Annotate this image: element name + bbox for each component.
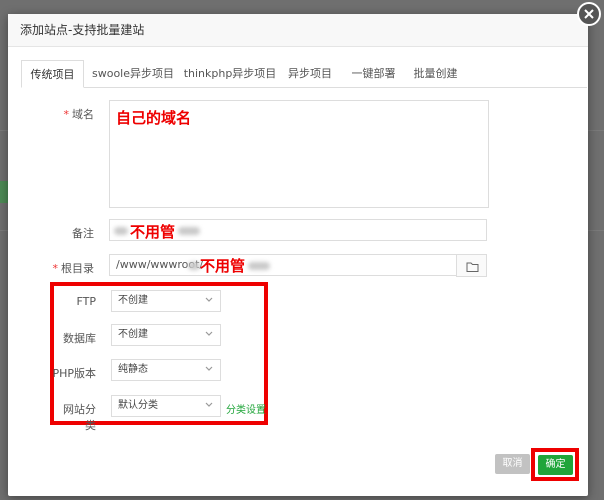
tab-swoole[interactable]: swoole异步项目 — [88, 60, 178, 87]
blurred-text — [188, 262, 200, 270]
root-dir-label: *根目录 — [38, 260, 94, 276]
chevron-down-icon — [203, 294, 215, 306]
tab-thinkphp[interactable]: thinkphp异步项目 — [180, 60, 280, 87]
close-icon — [579, 4, 599, 24]
blurred-text — [114, 227, 128, 235]
blurred-text — [178, 227, 200, 235]
chevron-down-icon — [203, 363, 215, 375]
close-button[interactable] — [577, 2, 601, 26]
background-accent — [0, 181, 8, 203]
ftp-select[interactable]: 不创建 — [111, 290, 221, 312]
cancel-button[interactable]: 取消 — [495, 454, 530, 474]
add-site-dialog: 添加站点-支持批量建站 传统项目 swoole异步项目 thinkphp异步项目… — [8, 14, 588, 496]
database-label: 数据库 — [53, 330, 96, 346]
tab-batch-create[interactable]: 批量创建 — [408, 60, 463, 87]
dialog-title: 添加站点-支持批量建站 — [8, 14, 588, 47]
domain-label: *域名 — [38, 106, 94, 122]
category-label: 网站分类 — [53, 401, 96, 433]
domain-annotation: 自己的域名 — [116, 107, 191, 128]
database-select[interactable]: 不创建 — [111, 324, 221, 346]
database-select-value: 不创建 — [118, 329, 148, 340]
chevron-down-icon — [203, 328, 215, 340]
ftp-select-value: 不创建 — [118, 295, 148, 306]
php-version-label: PHP版本 — [52, 365, 96, 381]
tab-async[interactable]: 异步项目 — [283, 60, 337, 87]
note-annotation: 不用管 — [130, 221, 175, 242]
category-select-value: 默认分类 — [118, 400, 158, 411]
folder-icon — [457, 255, 488, 278]
required-mark: * — [53, 262, 59, 275]
tab-bar: 传统项目 swoole异步项目 thinkphp异步项目 异步项目 一键部署 批… — [21, 60, 587, 88]
chevron-down-icon — [203, 399, 215, 411]
tab-one-click-deploy[interactable]: 一键部署 — [346, 60, 401, 87]
tab-traditional[interactable]: 传统项目 — [21, 60, 84, 88]
required-mark: * — [64, 108, 70, 121]
root-dir-input[interactable]: /www/wwwroot/ — [109, 254, 457, 276]
php-version-select[interactable]: 纯静态 — [111, 359, 221, 381]
ftp-label: FTP — [58, 295, 96, 308]
category-settings-link[interactable]: 分类设置 — [226, 401, 266, 416]
folder-picker-button[interactable] — [456, 254, 487, 277]
confirm-button[interactable]: 确定 — [538, 455, 573, 475]
root-dir-annotation: 不用管 — [200, 255, 245, 276]
note-label: 备注 — [38, 225, 94, 241]
php-version-select-value: 纯静态 — [118, 364, 148, 375]
blurred-text — [248, 262, 270, 270]
category-select[interactable]: 默认分类 — [111, 395, 221, 417]
